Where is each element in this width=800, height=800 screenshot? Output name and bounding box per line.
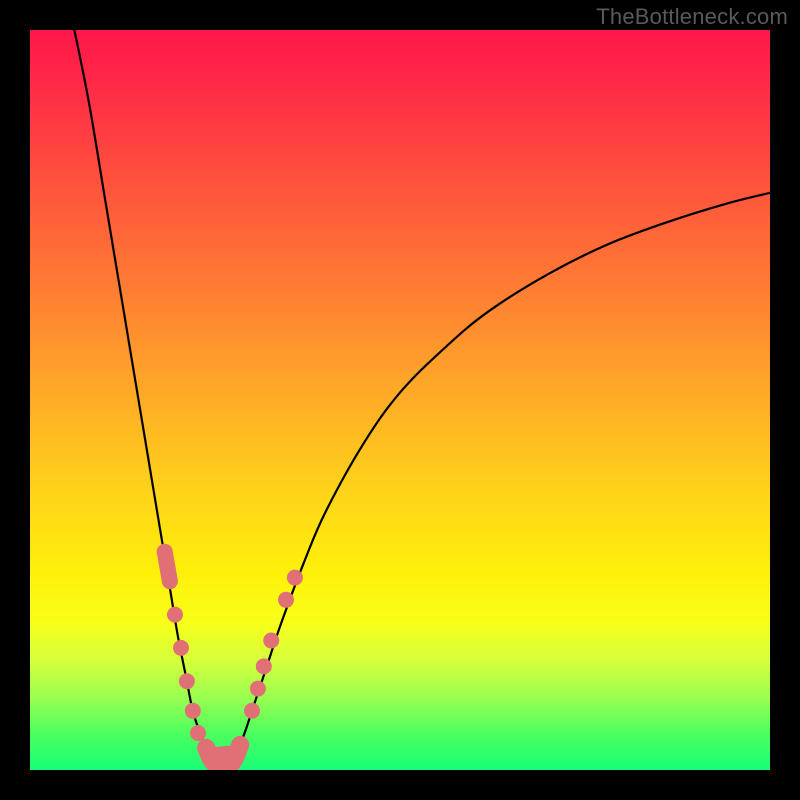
highlight-dot [167,607,183,623]
chart-overlay [30,30,770,770]
highlight-dot [190,725,206,741]
chart-frame: TheBottleneck.com [0,0,800,800]
highlight-dot [278,592,294,608]
highlight-dot [185,703,201,719]
highlight-dot [263,633,279,649]
highlight-dot [179,673,195,689]
highlight-spots-right [244,570,303,719]
highlight-spots-left [165,552,215,763]
highlight-dot [173,640,189,656]
highlight-dot [244,703,260,719]
plot-area [30,30,770,770]
highlight-pill [208,749,215,762]
bottom-u-pill [206,745,240,767]
curve-right-branch [222,193,770,767]
highlight-dot [287,570,303,586]
highlight-pill [165,552,170,582]
watermark-text: TheBottleneck.com [596,4,788,30]
highlight-dot [250,681,266,697]
curve-left-branch [74,30,222,766]
highlight-dot [256,658,272,674]
